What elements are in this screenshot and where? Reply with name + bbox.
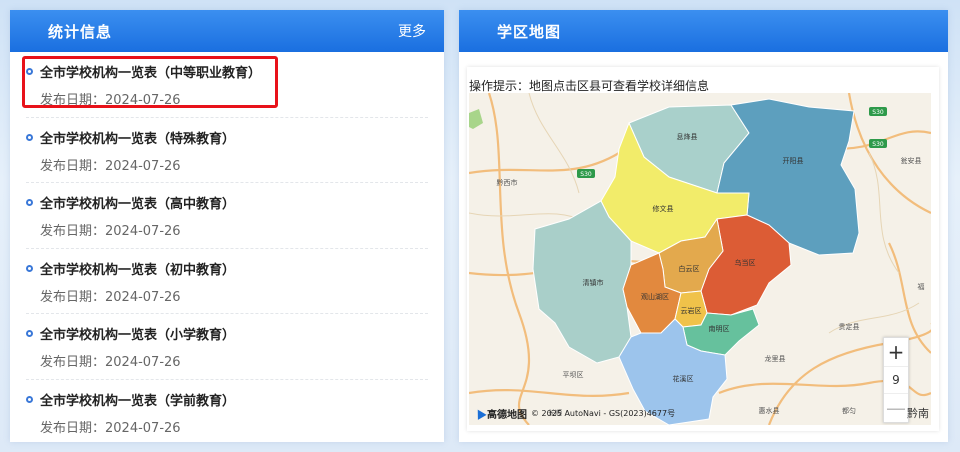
item-title[interactable]: 全市学校机构一览表（初中教育） (26, 259, 428, 278)
item-title[interactable]: 全市学校机构一览表（中等职业教育） (26, 62, 428, 81)
item-title-text: 全市学校机构一览表（学前教育） (40, 393, 236, 409)
place-guiding: 贵定县 (839, 322, 860, 331)
stats-list: 全市学校机构一览表（中等职业教育） 发布日期：2024-07-26 全市学校机构… (10, 52, 444, 445)
amap-logo[interactable]: 高德地图 (473, 406, 527, 421)
road-badge-text: S30 (872, 109, 884, 116)
item-title-text: 全市学校机构一览表（小学教育） (40, 328, 236, 343)
map-hint: 操作提示：地图点击区县可查看学校详细信息 (469, 79, 710, 93)
zoom-in-button[interactable]: + (884, 338, 908, 366)
more-link[interactable]: 更多 (398, 21, 426, 41)
label-wudang: 乌当区 (735, 258, 756, 267)
place-wengan: 瓮安县 (901, 156, 922, 165)
item-date: 发布日期：2024-07-26 (40, 355, 181, 370)
zoom-out-button[interactable]: — (884, 394, 908, 422)
map-attribution: 高德地图 © 2025 AutoNavi - GS(2023)4677号 (473, 406, 676, 421)
bullet-icon (26, 395, 33, 403)
map-panel-title: 学区地图 (497, 22, 562, 41)
stats-panel-title: 统计信息 (48, 22, 113, 41)
item-title[interactable]: 全市学校机构一览表（学前教育） (26, 390, 428, 409)
item-date: 发布日期：2024-07-26 (40, 224, 181, 239)
place-pingba: 平坝区 (563, 370, 584, 379)
list-item[interactable]: 全市学校机构一览表（初中教育） 发布日期：2024-07-26 (26, 249, 428, 314)
list-item[interactable]: 全市学校机构一览表（中等职业教育） 发布日期：2024-07-26 (22, 52, 428, 118)
item-title-text: 全市学校机构一览表（初中教育） (40, 262, 236, 278)
copyright-text: © 2025 AutoNavi - GS(2023)4677号 (531, 409, 676, 418)
item-date: 发布日期：2024-07-26 (40, 420, 181, 436)
item-title[interactable]: 全市学校机构一览表（小学教育） (26, 324, 428, 343)
map-panel-header: 学区地图 (459, 10, 948, 52)
label-baiyun: 白云区 (679, 264, 700, 273)
item-title[interactable]: 全市学校机构一览表（特殊教育） (26, 128, 428, 147)
label-nanming: 南明区 (709, 324, 730, 333)
list-item[interactable]: 全市学校机构一览表（学前教育） 发布日期：2024-07-26 (26, 380, 428, 446)
stats-panel-header: 统计信息 更多 (10, 10, 444, 52)
item-date: 发布日期：2024-07-26 (40, 93, 181, 108)
label-guanshanhu: 观山湖区 (641, 292, 669, 301)
item-date: 发布日期：2024-07-26 (40, 158, 181, 174)
label-kaiyang: 开阳县 (783, 156, 804, 165)
road-badge-text: S30 (580, 171, 592, 178)
road-badge-text: S30 (872, 141, 884, 148)
corner-place-label: 黔南 (907, 407, 929, 420)
stats-panel: 统计信息 更多 全市学校机构一览表（中等职业教育） 发布日期：2024-07-2… (10, 10, 444, 442)
item-title-text: 全市学校机构一览表（高中教育） (40, 197, 236, 212)
place-huishui: 惠水县 (759, 406, 780, 415)
place-duyun: 都匀 (842, 406, 856, 415)
place-qianxi: 黔西市 (497, 178, 518, 187)
place-longli: 龙里县 (765, 354, 786, 363)
map-area[interactable]: 息烽县 开阳县 修文县 清镇市 白云区 乌当区 观山湖区 云岩区 南明区 花溪区… (469, 93, 931, 425)
label-huaxi: 花溪区 (673, 374, 694, 383)
zoom-level: 9 (884, 366, 908, 394)
label-yunyan: 云岩区 (681, 306, 702, 315)
zoom-control: + 9 — (883, 337, 909, 423)
bullet-icon (26, 68, 33, 75)
label-xiuwen: 修文县 (653, 204, 674, 213)
bullet-icon (26, 264, 33, 272)
map-card: 操作提示：地图点击区县可查看学校详细信息 息烽县 开阳县 修文县 清镇市 白云区… (467, 67, 939, 431)
district-map[interactable]: 息烽县 开阳县 修文县 清镇市 白云区 乌当区 观山湖区 云岩区 南明区 花溪区… (469, 93, 931, 425)
list-item[interactable]: 全市学校机构一览表（高中教育） 发布日期：2024-07-26 (26, 183, 428, 249)
bullet-icon (26, 133, 33, 141)
item-date: 发布日期：2024-07-26 (40, 289, 181, 305)
place-fuquan: 福 (918, 282, 925, 291)
item-title[interactable]: 全市学校机构一览表（高中教育） (26, 193, 428, 212)
amap-arrow-icon (473, 407, 487, 420)
item-title-text: 全市学校机构一览表（中等职业教育） (40, 66, 262, 81)
bullet-icon (26, 199, 33, 206)
map-panel: 学区地图 操作提示：地图点击区县可查看学校详细信息 息烽县 开阳县 修文县 清镇… (459, 10, 948, 442)
list-item[interactable]: 全市学校机构一览表（特殊教育） 发布日期：2024-07-26 (26, 118, 428, 183)
list-item[interactable]: 全市学校机构一览表（小学教育） 发布日期：2024-07-26 (26, 314, 428, 380)
label-qingzhen: 清镇市 (583, 278, 604, 287)
label-xifeng: 息烽县 (677, 132, 698, 141)
item-title-text: 全市学校机构一览表（特殊教育） (40, 131, 236, 147)
bullet-icon (26, 330, 33, 337)
amap-logo-text: 高德地图 (487, 410, 527, 421)
park-area (469, 109, 483, 129)
